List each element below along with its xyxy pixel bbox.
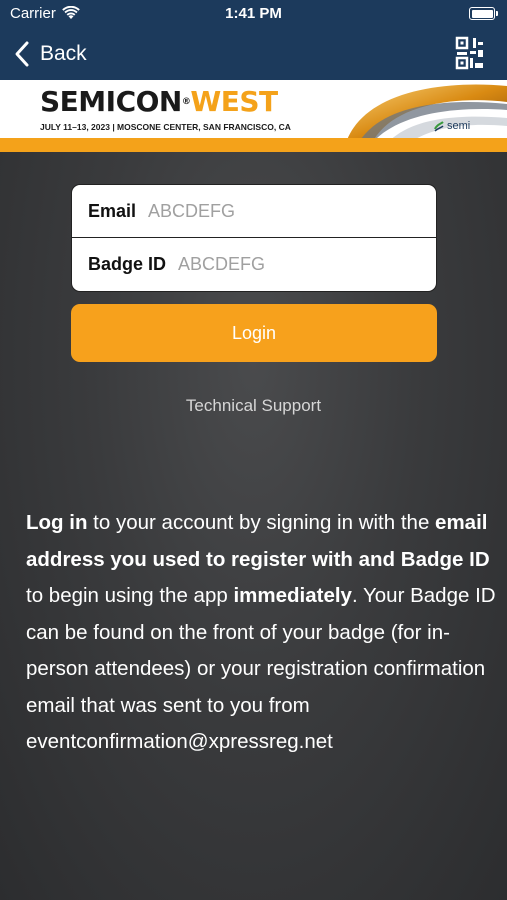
instructions-text-3: . Your Badge ID can be found on the fron… — [26, 584, 496, 753]
instructions-bold-immediately: immediately — [233, 584, 352, 607]
badge-id-field[interactable] — [178, 254, 399, 275]
status-bar: Carrier 1:41 PM — [0, 0, 507, 28]
back-button[interactable]: Back — [12, 38, 87, 70]
technical-support-link[interactable]: Technical Support — [0, 396, 507, 416]
banner-accent-strip — [0, 138, 507, 152]
chevron-left-icon — [15, 41, 29, 67]
back-label: Back — [40, 42, 87, 65]
badge-id-label: Badge ID — [88, 254, 167, 274]
badge-id-row: Badge ID — [72, 238, 436, 291]
battery-level — [471, 9, 493, 18]
email-row: Email — [72, 185, 436, 238]
semi-logo-text: semi — [447, 120, 471, 132]
logo-text-semicon: SEMICON — [40, 85, 182, 118]
email-label: Email — [88, 200, 137, 221]
navigation-bar: Back — [0, 28, 507, 80]
instructions-text-2: to begin using the app — [26, 584, 234, 607]
instructions-bold-log-in: Log in — [26, 511, 88, 534]
battery-icon — [469, 7, 498, 20]
semi-logo-mark-icon — [434, 121, 444, 132]
login-button[interactable]: Login — [71, 304, 437, 362]
semi-logo: semi — [433, 120, 470, 132]
logo-text-west: WEST — [190, 85, 278, 118]
login-instructions: Log in to your account by signing in wit… — [26, 505, 496, 761]
login-form: Email Badge ID — [71, 184, 437, 292]
clock: 1:41 PM — [225, 5, 282, 22]
instructions-text-1: to your account by signing in with the — [87, 511, 436, 534]
event-date-location: JULY 11–13, 2023 | MOSCONE CENTER, SAN F… — [40, 122, 291, 132]
qr-code-icon[interactable] — [455, 36, 485, 70]
email-field[interactable] — [148, 200, 369, 222]
event-logo: SEMICON®WEST — [40, 85, 278, 119]
